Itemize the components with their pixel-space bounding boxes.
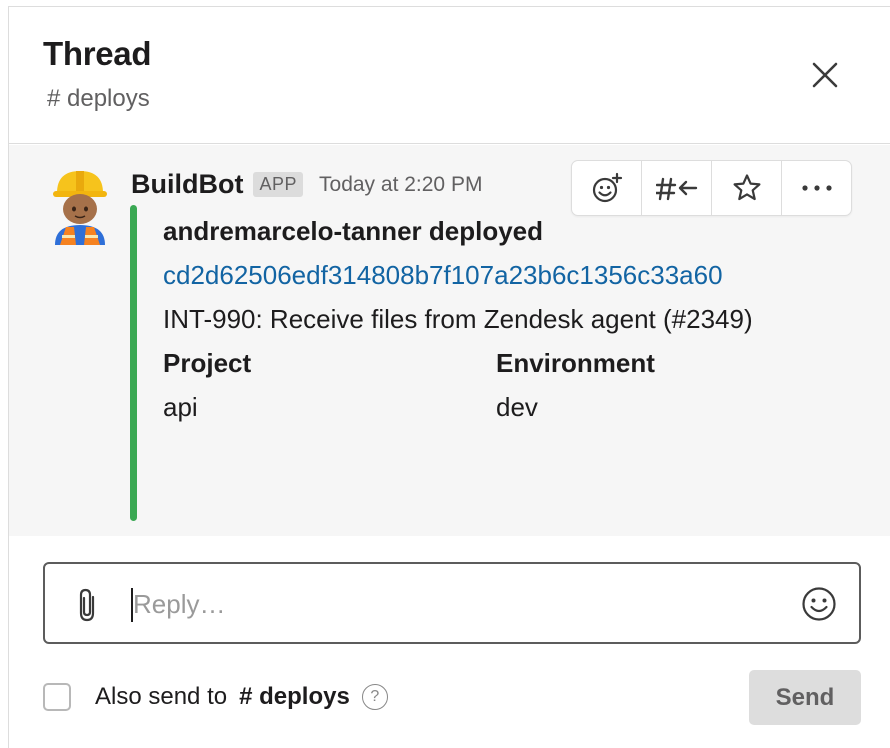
share-to-channel-icon: [655, 177, 697, 201]
also-send-channel: # deploys: [239, 683, 350, 710]
reply-composer: [43, 562, 861, 644]
help-button[interactable]: ?: [361, 684, 388, 710]
thread-channel-link[interactable]: # deploys: [47, 85, 150, 113]
sender-name[interactable]: BuildBot: [131, 169, 243, 200]
commit-link[interactable]: cd2d62506edf314808b7f107a23b6c1356c33a60: [163, 253, 823, 297]
field-value: api: [163, 392, 198, 422]
add-reaction-icon: [592, 172, 622, 203]
paperclip-icon: [79, 588, 95, 622]
star-icon: [733, 174, 760, 201]
emoji-picker-button[interactable]: [799, 584, 839, 624]
field-environment: Environment dev: [496, 341, 829, 429]
thread-panel: Thread # deploys BuildBot APP Today at 2…: [8, 6, 890, 748]
attach-file-button[interactable]: [67, 586, 107, 624]
question-icon: ?: [370, 688, 380, 705]
message-timestamp[interactable]: Today at 2:20 PM: [319, 173, 482, 197]
also-send-label-group: Also send to # deploys ?: [95, 683, 388, 711]
field-project: Project api: [163, 341, 496, 429]
reply-footer: Also send to # deploys ? Send: [43, 670, 861, 726]
attachment-fields: Project api Environment dev: [163, 341, 843, 429]
also-send-label: Also send to: [95, 683, 228, 710]
commit-title: INT-990: Receive files from Zendesk agen…: [163, 304, 753, 334]
more-actions-button[interactable]: [782, 161, 851, 215]
reply-input[interactable]: [133, 582, 783, 626]
share-to-channel-button[interactable]: [642, 161, 712, 215]
field-label: Project: [163, 348, 252, 378]
send-button[interactable]: Send: [749, 670, 861, 725]
close-icon: [812, 62, 838, 88]
avatar[interactable]: [49, 167, 111, 245]
construction-worker-icon: [53, 171, 107, 245]
message-item[interactable]: BuildBot APP Today at 2:20 PM andremarce…: [9, 145, 890, 536]
deploy-title: andremarcelo-tanner deployed: [163, 216, 543, 246]
save-star-button[interactable]: [712, 161, 782, 215]
app-badge: APP: [253, 172, 304, 197]
also-send-checkbox[interactable]: [43, 683, 71, 711]
thread-title: Thread: [43, 35, 152, 72]
message-actions-toolbar: [571, 160, 852, 216]
add-reaction-button[interactable]: [572, 161, 642, 215]
close-button[interactable]: [805, 55, 845, 95]
emoji-icon: [802, 587, 836, 621]
field-value: dev: [496, 392, 538, 422]
field-label: Environment: [496, 348, 655, 378]
more-actions-icon: [801, 185, 832, 191]
thread-header: Thread # deploys: [9, 7, 890, 144]
attachment-body: andremarcelo-tanner deployed cd2d62506ed…: [163, 209, 843, 429]
attachment-color-bar: [130, 205, 137, 521]
message-header: BuildBot APP Today at 2:20 PM: [131, 169, 482, 200]
